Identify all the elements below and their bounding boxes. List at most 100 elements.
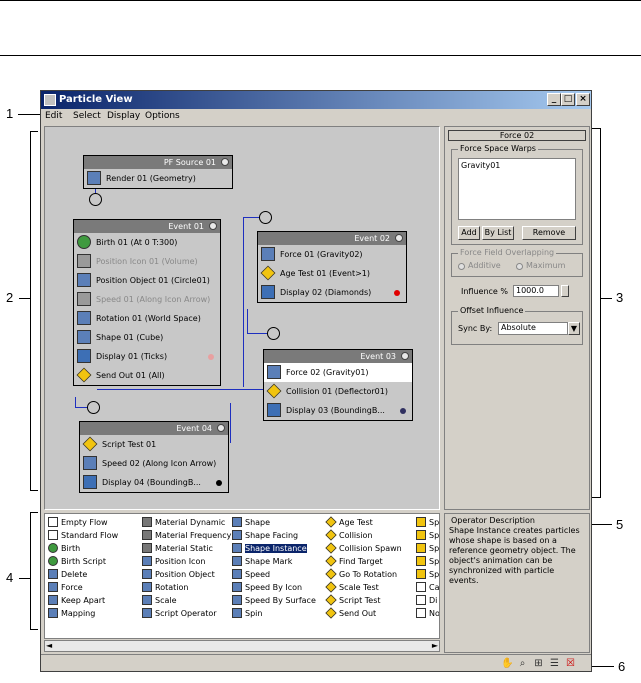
node-event-02[interactable]: Event 02 Force 01 (Gravity02) Age Test 0… — [257, 231, 407, 303]
depot-item[interactable]: Script Operator — [141, 607, 231, 620]
depot-item[interactable]: Empty Flow — [47, 516, 118, 529]
depot-item[interactable]: Force — [47, 581, 118, 594]
bulb-icon[interactable] — [209, 222, 217, 230]
depot-item[interactable]: Collision Spawn — [325, 542, 402, 555]
force-list[interactable]: Gravity01 — [458, 158, 576, 220]
operator-row[interactable]: Speed 02 (Along Icon Arrow) — [80, 454, 228, 473]
operator-row[interactable]: Rotation 01 (World Space) — [74, 309, 220, 328]
depot-item[interactable]: Collision — [325, 529, 402, 542]
maximize-button[interactable]: □ — [561, 93, 575, 106]
depot-item[interactable]: Sp — [415, 529, 439, 542]
node-header[interactable]: Event 04 — [80, 422, 228, 435]
operator-row[interactable]: Birth 01 (At 0 T:300) — [74, 233, 220, 252]
operator-row[interactable]: Display 04 (BoundingB... — [80, 473, 228, 492]
operator-row[interactable]: Speed 01 (Along Icon Arrow) — [74, 290, 220, 309]
depot-item[interactable]: Material Dynamic — [141, 516, 231, 529]
operator-row[interactable]: Render 01 (Geometry) — [84, 169, 232, 188]
rollout-header[interactable]: Force 02 — [448, 130, 586, 141]
operator-row[interactable]: Position Icon 01 (Volume) — [74, 252, 220, 271]
depot-item[interactable]: No — [415, 607, 439, 620]
depot-item[interactable]: Material Frequency — [141, 529, 231, 542]
depot-item[interactable]: Sp — [415, 516, 439, 529]
bulb-icon[interactable] — [217, 424, 225, 432]
operator-row[interactable]: Age Test 01 (Event>1) — [258, 264, 406, 283]
operator-row[interactable]: Position Object 01 (Circle01) — [74, 271, 220, 290]
maximum-radio[interactable] — [516, 263, 523, 270]
minimize-button[interactable]: _ — [547, 93, 561, 106]
force-list-item[interactable]: Gravity01 — [461, 161, 573, 170]
scroll-left-icon[interactable]: ◄ — [46, 641, 52, 650]
node-header[interactable]: PF Source 01 — [84, 156, 232, 169]
input-connector[interactable] — [87, 401, 100, 414]
dropdown-arrow-icon[interactable]: ▼ — [568, 322, 580, 335]
depot-horizontal-scrollbar[interactable]: ◄ ► — [44, 640, 440, 652]
depot-item[interactable]: Delete — [47, 568, 118, 581]
menu-edit[interactable]: Edit — [45, 111, 62, 121]
operator-row[interactable]: Force 02 (Gravity01) — [264, 363, 412, 382]
depot-item[interactable]: Scale Test — [325, 581, 402, 594]
depot-item[interactable]: Birth Script — [47, 555, 118, 568]
pan-icon[interactable]: ✋ — [501, 658, 513, 669]
depot-item[interactable]: Shape — [231, 516, 316, 529]
input-connector[interactable] — [89, 193, 102, 206]
operator-row[interactable]: Display 01 (Ticks) — [74, 347, 220, 366]
close-button[interactable]: × — [576, 93, 590, 106]
zoom-extents-icon[interactable]: ☰ — [549, 658, 560, 669]
operator-row[interactable]: Shape 01 (Cube) — [74, 328, 220, 347]
bulb-icon[interactable] — [395, 234, 403, 242]
depot-item[interactable]: Position Icon — [141, 555, 231, 568]
depot-item[interactable]: Mapping — [47, 607, 118, 620]
depot-item[interactable]: Ca — [415, 581, 439, 594]
operator-row[interactable]: Display 03 (BoundingB... — [264, 401, 412, 420]
depot-item[interactable]: Keep Apart — [47, 594, 118, 607]
depot-item[interactable]: Speed By Surface — [231, 594, 316, 607]
depot-item[interactable]: Speed — [231, 568, 316, 581]
title-bar[interactable]: Particle View _ □ × — [41, 91, 591, 109]
bulb-icon[interactable] — [401, 352, 409, 360]
operator-row[interactable]: Collision 01 (Deflector01) — [264, 382, 412, 401]
menu-options[interactable]: Options — [145, 111, 180, 121]
node-event-01[interactable]: Event 01 Birth 01 (At 0 T:300) Position … — [73, 219, 221, 386]
influence-field[interactable]: 1000.0 — [513, 285, 559, 297]
depot-item[interactable]: Send Out — [325, 607, 402, 620]
menu-display[interactable]: Display — [107, 111, 140, 121]
no-draw-icon[interactable]: ☒ — [565, 658, 576, 669]
menu-select[interactable]: Select — [73, 111, 101, 121]
depot-item[interactable]: Go To Rotation — [325, 568, 402, 581]
depot-item[interactable]: Script Test — [325, 594, 402, 607]
remove-button[interactable]: Remove — [522, 226, 576, 240]
scroll-right-icon[interactable]: ► — [432, 641, 438, 650]
depot-item[interactable]: Sp — [415, 542, 439, 555]
by-list-button[interactable]: By List — [482, 226, 514, 240]
depot-item[interactable]: Shape Facing — [231, 529, 316, 542]
additive-radio[interactable] — [458, 263, 465, 270]
depot-item[interactable]: Material Static — [141, 542, 231, 555]
depot-item[interactable]: Age Test — [325, 516, 402, 529]
depot-item[interactable]: Find Target — [325, 555, 402, 568]
event-display[interactable]: PF Source 01 Render 01 (Geometry) Event … — [44, 126, 440, 510]
add-button[interactable]: Add — [458, 226, 480, 240]
zoom-region-icon[interactable]: ⊞ — [533, 658, 544, 669]
input-connector[interactable] — [267, 327, 280, 340]
depot-item[interactable]: Standard Flow — [47, 529, 118, 542]
depot-item[interactable]: Position Object — [141, 568, 231, 581]
operator-row[interactable]: Script Test 01 — [80, 435, 228, 454]
bulb-icon[interactable] — [221, 158, 229, 166]
depot-item[interactable]: Shape Mark — [231, 555, 316, 568]
operator-row[interactable]: Display 02 (Diamonds) — [258, 283, 406, 302]
depot-item[interactable]: Di — [415, 594, 439, 607]
operator-row[interactable]: Force 01 (Gravity02) — [258, 245, 406, 264]
operator-row[interactable]: Send Out 01 (All) — [74, 366, 220, 385]
depot-item[interactable]: Scale — [141, 594, 231, 607]
depot-item[interactable]: Rotation — [141, 581, 231, 594]
depot-item-selected[interactable]: Shape Instance — [231, 542, 316, 555]
depot-item[interactable]: Sp — [415, 568, 439, 581]
input-connector[interactable] — [259, 211, 272, 224]
depot-item[interactable]: Speed By Icon — [231, 581, 316, 594]
zoom-icon[interactable]: ⌕ — [517, 658, 528, 669]
node-header[interactable]: Event 03 — [264, 350, 412, 363]
node-pf-source[interactable]: PF Source 01 Render 01 (Geometry) — [83, 155, 233, 189]
node-event-03[interactable]: Event 03 Force 02 (Gravity01) Collision … — [263, 349, 413, 421]
depot-item[interactable]: Sp — [415, 555, 439, 568]
node-header[interactable]: Event 02 — [258, 232, 406, 245]
